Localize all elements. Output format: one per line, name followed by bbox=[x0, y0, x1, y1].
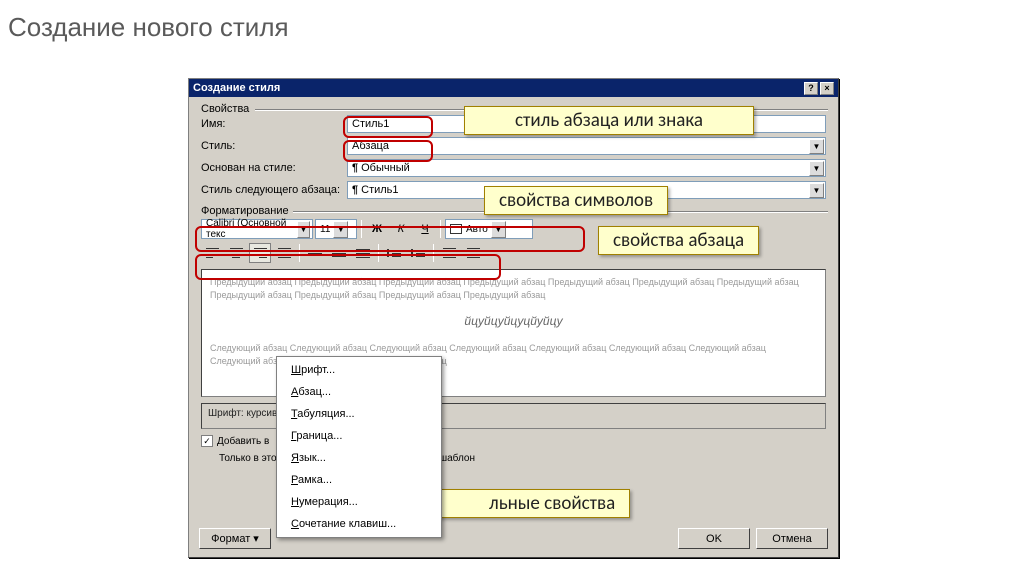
chevron-down-icon: ▼ bbox=[297, 221, 310, 238]
add-to-template-checkbox[interactable]: ✓ bbox=[201, 435, 213, 447]
cancel-button[interactable]: Отмена bbox=[756, 528, 828, 549]
align-justify-button[interactable] bbox=[273, 243, 295, 263]
bold-button[interactable]: Ж bbox=[366, 219, 388, 239]
ok-button[interactable]: OK bbox=[678, 528, 750, 549]
page-title: Создание нового стиля bbox=[8, 12, 289, 43]
align-left-button[interactable] bbox=[201, 243, 223, 263]
font-family-combo[interactable]: Calibri (Основной текс▼ bbox=[201, 219, 313, 239]
menu-item-language[interactable]: Язык... bbox=[277, 447, 441, 469]
based-on-label: Основан на стиле: bbox=[201, 162, 341, 174]
menu-item-font[interactable]: Шрифт... bbox=[277, 359, 441, 381]
format-popup-menu: Шрифт... Абзац... Табуляция... Граница..… bbox=[276, 356, 442, 538]
chevron-down-icon: ▼ bbox=[491, 221, 506, 238]
indent-left-icon bbox=[443, 248, 456, 258]
menu-item-frame[interactable]: Рамка... bbox=[277, 469, 441, 491]
align-left-icon bbox=[206, 248, 219, 258]
chevron-down-icon: ▼ bbox=[809, 183, 824, 198]
italic-button[interactable]: К bbox=[390, 219, 412, 239]
menu-item-paragraph[interactable]: Абзац... bbox=[277, 381, 441, 403]
align-center-button[interactable] bbox=[225, 243, 247, 263]
font-size-combo[interactable]: 11▼ bbox=[315, 219, 357, 239]
help-button[interactable]: ? bbox=[804, 82, 818, 95]
titlebar: Создание стиля ? × bbox=[189, 79, 838, 97]
callout-para-props: свойства абзаца bbox=[598, 226, 759, 255]
paragraph-spacing-icon bbox=[388, 250, 401, 257]
font-color-combo[interactable]: Авто▼ bbox=[445, 219, 533, 239]
line-spacing-15-button[interactable] bbox=[328, 243, 350, 263]
line-spacing-icon bbox=[332, 250, 346, 257]
indent-dec-button[interactable] bbox=[438, 243, 460, 263]
dialog-title: Создание стиля bbox=[193, 82, 280, 94]
align-right-button[interactable] bbox=[249, 243, 271, 263]
space-before-inc-button[interactable] bbox=[383, 243, 405, 263]
preview-prev-text: Предыдущий абзац Предыдущий абзац Предыд… bbox=[210, 276, 817, 301]
based-on-combo[interactable]: ¶Обычный▼ bbox=[347, 159, 826, 177]
indent-right-icon bbox=[467, 248, 480, 258]
callout-style-type: стиль абзаца или знака bbox=[464, 106, 754, 135]
indent-inc-button[interactable] bbox=[462, 243, 484, 263]
format-button[interactable]: Формат ▾ bbox=[199, 528, 271, 549]
chevron-down-icon: ▼ bbox=[333, 221, 348, 238]
add-to-template-label: Добавить в bbox=[217, 436, 269, 447]
menu-item-numbering[interactable]: Нумерация... bbox=[277, 491, 441, 513]
chevron-down-icon: ▼ bbox=[809, 139, 824, 154]
menu-item-tabs[interactable]: Табуляция... bbox=[277, 403, 441, 425]
name-label: Имя: bbox=[201, 118, 341, 130]
line-spacing-icon bbox=[356, 249, 370, 258]
space-before-dec-button[interactable] bbox=[407, 243, 429, 263]
chevron-down-icon: ▼ bbox=[809, 161, 824, 176]
line-spacing-2-button[interactable] bbox=[352, 243, 374, 263]
preview-sample-text: йцуйцуйцуцйуйцу bbox=[210, 313, 817, 330]
callout-font-props: свойства символов bbox=[484, 186, 668, 215]
line-spacing-1-button[interactable] bbox=[304, 243, 326, 263]
paragraph-spacing-icon bbox=[412, 250, 425, 257]
close-button[interactable]: × bbox=[820, 82, 834, 95]
menu-item-border[interactable]: Граница... bbox=[277, 425, 441, 447]
next-style-label: Стиль следующего абзаца: bbox=[201, 184, 341, 196]
align-right-icon bbox=[254, 248, 267, 258]
align-justify-icon bbox=[278, 248, 291, 258]
menu-item-shortcut[interactable]: Сочетание клавиш... bbox=[277, 513, 441, 535]
style-type-label: Стиль: bbox=[201, 140, 341, 152]
line-spacing-icon bbox=[308, 251, 322, 256]
underline-button[interactable]: Ч bbox=[414, 219, 436, 239]
style-type-combo[interactable]: Абзаца▼ bbox=[347, 137, 826, 155]
align-center-icon bbox=[230, 248, 243, 258]
